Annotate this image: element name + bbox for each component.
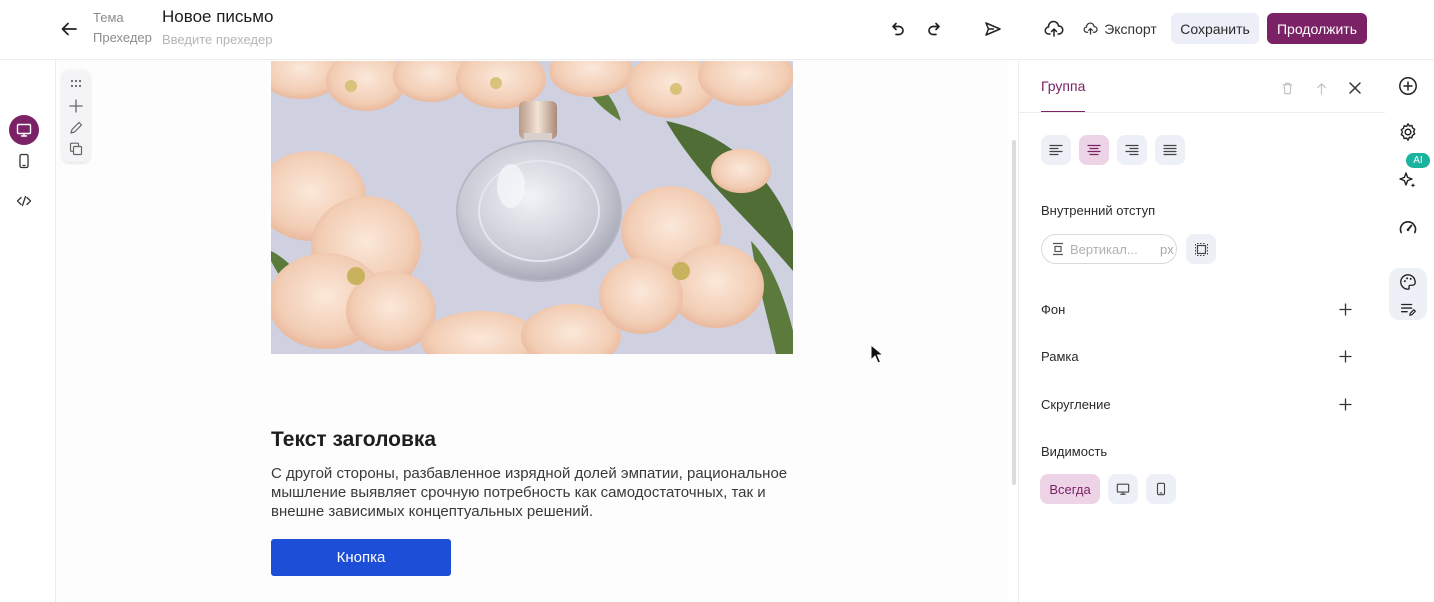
palette-icon[interactable] [1393,267,1423,297]
cloud-export-icon [1083,22,1098,35]
align-left-icon [1049,144,1063,156]
mouse-cursor-icon [870,344,884,364]
text-edit-icon[interactable] [1393,294,1423,324]
send-icon[interactable] [981,17,1005,41]
align-center-button[interactable] [1079,135,1109,165]
email-paragraph[interactable]: С другой стороны, разбавленное изрядной … [271,464,791,521]
device-switcher-rail [0,60,56,602]
radius-label: Скругление [1041,397,1111,412]
ai-badge: AI [1406,153,1430,168]
continue-button[interactable]: Продолжить [1267,13,1367,44]
add-border-icon[interactable] [1337,348,1353,364]
ai-sparkles-icon[interactable] [1393,165,1423,195]
desktop-view-button[interactable] [9,115,39,145]
mobile-view-button[interactable] [9,146,39,176]
align-left-button[interactable] [1041,135,1071,165]
add-background-icon[interactable] [1337,301,1353,317]
tab-group[interactable]: Группа [1041,78,1085,94]
email-cta-button[interactable]: Кнопка [271,539,451,576]
export-label: Экспорт [1104,20,1157,37]
padding-sides-icon [1194,242,1208,256]
visibility-desktop-button[interactable] [1108,474,1138,504]
padding-unit: px [1160,241,1174,257]
right-tools-rail [1385,61,1434,602]
close-icon[interactable] [1345,78,1365,98]
copy-icon[interactable] [66,139,86,159]
align-center-icon [1087,144,1101,156]
code-icon [16,195,32,207]
align-right-button[interactable] [1117,135,1147,165]
save-button[interactable]: Сохранить [1171,13,1259,44]
background-label: Фон [1041,302,1066,317]
padding-input[interactable] [1070,241,1156,257]
desktop-icon [16,123,32,137]
code-view-button[interactable] [9,186,39,216]
preheader-label: Прехедер [93,30,152,45]
properties-panel: Группа Внутренний отступ px Фон Рамка Ск… [1018,61,1385,602]
mobile-icon [19,153,29,169]
add-block-icon[interactable] [66,96,86,116]
back-arrow-icon[interactable] [58,18,80,40]
redo-icon[interactable] [923,17,947,41]
delete-icon[interactable] [1277,78,1297,98]
cloud-upload-icon[interactable] [1041,16,1067,42]
settings-gear-icon[interactable] [1393,117,1423,147]
mobile-icon [1156,482,1166,496]
top-header: Тема Прехедер Новое письмо Экспорт Сохра… [0,0,1434,60]
align-justify-button[interactable] [1155,135,1185,165]
align-justify-icon [1163,144,1177,156]
pencil-icon[interactable] [66,118,86,138]
preheader-input[interactable] [162,30,362,48]
drag-handle-icon[interactable] [66,74,86,94]
add-radius-icon[interactable] [1337,396,1353,412]
undo-icon[interactable] [885,17,909,41]
visibility-always-button[interactable]: Всегда [1040,474,1100,504]
export-button[interactable]: Экспорт [1080,13,1160,44]
email-heading[interactable]: Текст заголовка [271,428,436,452]
padding-label: Внутренний отступ [1041,203,1156,218]
vertical-padding-icon [1053,242,1063,256]
subject-label: Тема [93,10,124,25]
padding-mode-button[interactable] [1186,234,1216,264]
add-circle-icon[interactable] [1393,71,1423,101]
padding-field[interactable]: px [1041,234,1177,264]
select-parent-icon[interactable] [1311,78,1331,98]
align-right-icon [1125,144,1139,156]
speed-gauge-icon[interactable] [1393,213,1423,243]
email-subject-title[interactable]: Новое письмо [162,7,273,27]
visibility-mobile-button[interactable] [1146,474,1176,504]
canvas-scrollbar[interactable] [1012,140,1016,485]
border-label: Рамка [1041,349,1079,364]
panel-divider [1019,112,1385,113]
email-canvas: Текст заголовка С другой стороны, разбав… [57,61,1007,602]
desktop-icon [1116,483,1130,495]
block-toolbar [62,70,90,162]
visibility-label: Видимость [1041,444,1108,459]
perfume-photo-image[interactable] [271,61,793,354]
